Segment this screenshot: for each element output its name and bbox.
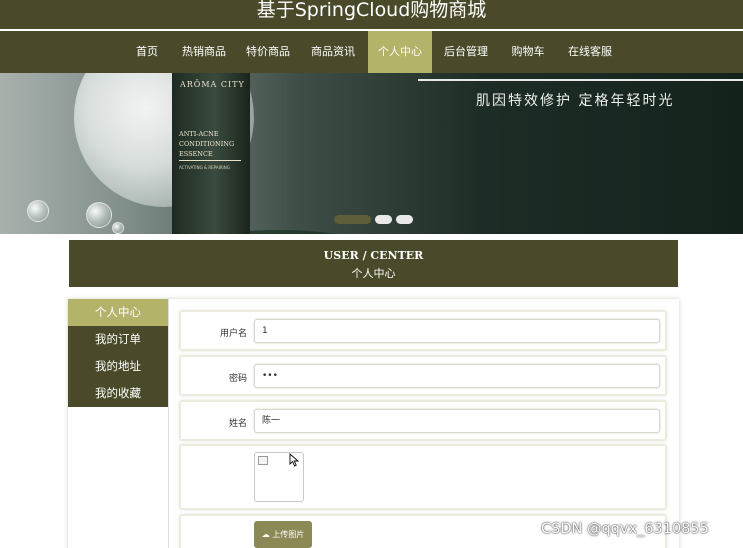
side-menu-item-orders[interactable]: 我的订单 (68, 326, 168, 353)
broken-image-icon (258, 456, 268, 465)
watermark: CSDN @qqvx_6310855 (541, 521, 709, 537)
nav-item-admin[interactable]: 后台管理 (438, 31, 494, 73)
username-input[interactable]: 1 (254, 319, 660, 343)
name-label: 姓名 (228, 419, 247, 429)
username-label: 用户名 (219, 329, 247, 339)
nav-item-hot-products[interactable]: 热销商品 (176, 31, 232, 73)
nav-item-user-center[interactable]: 个人中心 (368, 31, 432, 73)
user-center-title-cn: 个人中心 (351, 267, 396, 280)
carousel-dot-3[interactable] (396, 215, 413, 224)
form-row-username: 用户名 1 (180, 311, 666, 350)
mouse-cursor-icon (289, 453, 300, 467)
password-label: 密码 (228, 374, 247, 384)
banner-water-drop (27, 200, 49, 222)
nav-item-online-service[interactable]: 在线客服 (562, 31, 618, 73)
nav-item-home[interactable]: 首页 (128, 31, 166, 73)
upload-image-label: 上传图片 (272, 530, 305, 539)
user-center-title-en: USER / CENTER (323, 249, 424, 262)
banner-water-drop (86, 202, 112, 228)
side-menu-item-favorites[interactable]: 我的收藏 (68, 380, 168, 407)
nav-item-special-products[interactable]: 特价商品 (240, 31, 296, 73)
main-nav: 首页 热销商品 特价商品 商品资讯 个人中心 后台管理 购物车 在线客服 (0, 31, 743, 73)
banner-water-drop (112, 222, 124, 234)
banner-carousel[interactable]: ARŌMA CITY ANTI-ACNE CONDITIONING ESSENC… (0, 73, 743, 234)
cloud-upload-icon: ☁ (261, 530, 270, 539)
carousel-dot-1[interactable] (334, 215, 371, 224)
site-title-bar: 基于SpringCloud购物商城 (0, 0, 743, 29)
name-input[interactable]: 陈一 (254, 409, 660, 433)
form-row-avatar (180, 445, 666, 509)
form-row-password: 密码 ••• (180, 356, 666, 395)
carousel-dot-2[interactable] (375, 215, 392, 224)
nav-item-product-news[interactable]: 商品资讯 (304, 31, 362, 73)
banner-slogan: 肌因特效修护 定格年轻时光 (476, 93, 675, 109)
bottle-product-name: ANTI-ACNE CONDITIONING ESSENCE (179, 130, 235, 158)
user-center-header: USER / CENTER 个人中心 (69, 240, 678, 287)
site-title: 基于SpringCloud购物商城 (256, 0, 487, 21)
page: 基于SpringCloud购物商城 首页 热销商品 特价商品 商品资讯 个人中心… (0, 0, 743, 548)
side-menu-item-user-center[interactable]: 个人中心 (68, 299, 168, 326)
banner-line (418, 79, 743, 81)
upload-image-button[interactable]: ☁ 上传图片 (254, 521, 312, 548)
side-menu-item-addresses[interactable]: 我的地址 (68, 353, 168, 380)
bottle-brand: ARŌMA CITY (180, 80, 245, 89)
form-row-name: 姓名 陈一 (180, 401, 666, 440)
side-menu-divider (168, 299, 169, 548)
bottle-product-sub: ACTIVATING & REPAIRING (179, 165, 230, 170)
nav-item-cart[interactable]: 购物车 (504, 31, 552, 73)
bottle-divider (179, 160, 241, 161)
side-menu: 个人中心 我的订单 我的地址 我的收藏 (68, 299, 168, 407)
password-input[interactable]: ••• (254, 364, 660, 388)
